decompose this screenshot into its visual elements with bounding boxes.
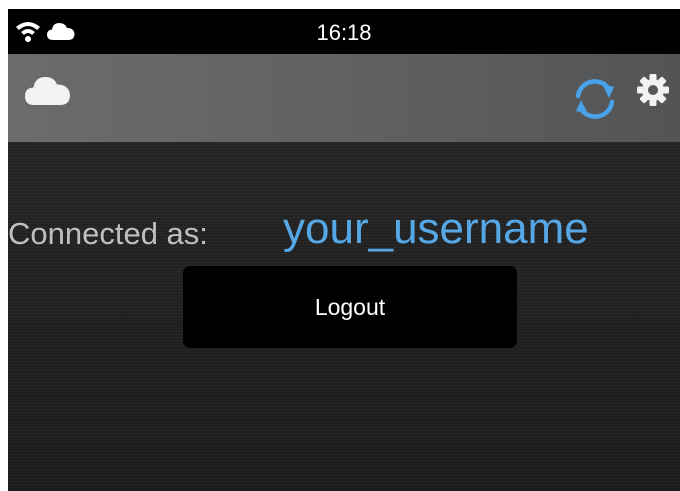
app-screen: 16:18 Connected as: your_username Logout — [8, 9, 680, 491]
username-value: your_username — [283, 204, 589, 253]
gear-icon — [635, 74, 671, 112]
sync-button[interactable] — [570, 74, 620, 124]
toolbar — [8, 54, 680, 142]
status-time: 16:18 — [316, 20, 372, 45]
connected-as-label: Connected as: — [8, 216, 208, 251]
logout-button[interactable]: Logout — [183, 266, 517, 348]
status-bar: 16:18 — [8, 9, 680, 54]
account-panel: Connected as: your_username Logout — [8, 142, 680, 491]
sync-icon — [570, 79, 620, 128]
cloud-icon — [23, 72, 73, 113]
settings-button[interactable] — [635, 72, 671, 108]
